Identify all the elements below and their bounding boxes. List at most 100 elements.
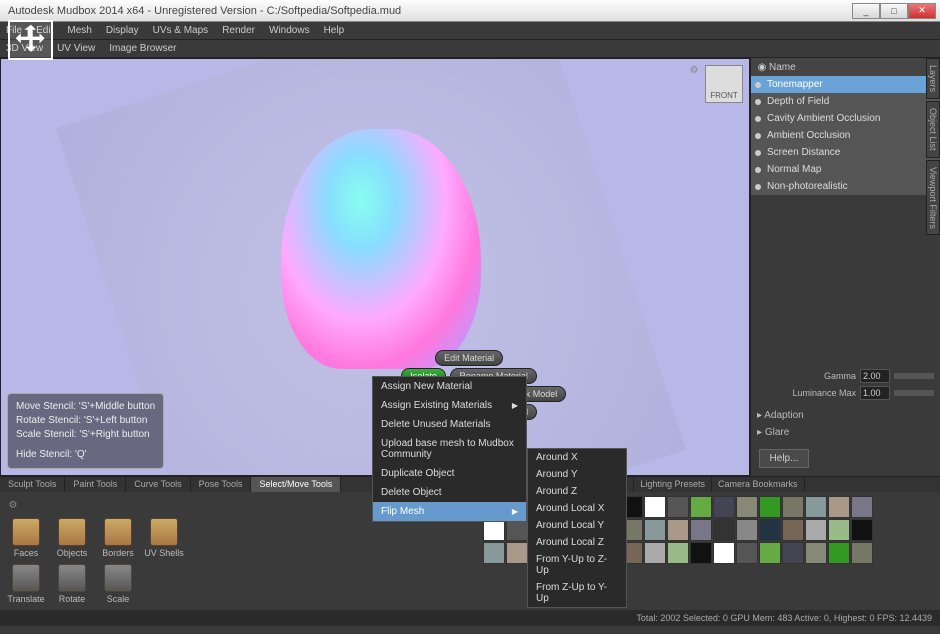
stencil-swatch[interactable]	[644, 496, 666, 518]
luminance-input[interactable]: 1.00	[860, 386, 890, 400]
visibility-icon: ◉	[755, 62, 769, 73]
glare-section[interactable]: ▸ Glare	[751, 424, 940, 441]
stencil-swatch[interactable]	[805, 519, 827, 541]
stencil-swatch[interactable]	[644, 542, 666, 564]
menu-upload-base-mesh[interactable]: Upload base mesh to Mudbox Community	[373, 434, 526, 464]
stencil-swatch[interactable]	[736, 496, 758, 518]
submenu-z-to-y[interactable]: From Z-Up to Y-Up	[528, 579, 626, 607]
filter-screen-distance[interactable]: Screen Distance	[751, 144, 940, 161]
tab-image-browser[interactable]: Image Browser	[109, 43, 176, 54]
filter-dof[interactable]: Depth of Field	[751, 93, 940, 110]
menu-mesh[interactable]: Mesh	[67, 25, 91, 36]
stencil-swatch[interactable]	[782, 542, 804, 564]
gamma-slider[interactable]	[894, 373, 934, 379]
stencil-swatch[interactable]	[759, 496, 781, 518]
stencil-swatch[interactable]	[667, 496, 689, 518]
filter-cavity-ao[interactable]: Cavity Ambient Occlusion	[751, 110, 940, 127]
tab-curve-tools[interactable]: Curve Tools	[126, 477, 190, 492]
move-tool-indicator-icon[interactable]	[8, 20, 53, 60]
submenu-around-local-z[interactable]: Around Local Z	[528, 534, 626, 551]
filter-npr[interactable]: Non-photorealistic	[751, 178, 940, 195]
stencil-swatch[interactable]	[736, 519, 758, 541]
tab-paint-tools[interactable]: Paint Tools	[65, 477, 126, 492]
tab-select-move-tools[interactable]: Select/Move Tools	[251, 477, 341, 492]
help-button[interactable]: Help...	[759, 449, 809, 468]
viewport-gear-icon[interactable]: ⚙	[687, 63, 701, 77]
tab-lighting-presets[interactable]: Lighting Presets	[634, 477, 712, 492]
stencil-swatch[interactable]	[690, 496, 712, 518]
stencil-swatch[interactable]	[805, 542, 827, 564]
stencil-swatch[interactable]	[690, 519, 712, 541]
stencil-swatch[interactable]	[828, 542, 850, 564]
menu-render[interactable]: Render	[222, 25, 255, 36]
stencil-swatch[interactable]	[667, 519, 689, 541]
menu-duplicate-object[interactable]: Duplicate Object	[373, 464, 526, 483]
luminance-slider[interactable]	[894, 390, 934, 396]
tool-translate[interactable]: Translate	[6, 564, 46, 604]
submenu-around-local-y[interactable]: Around Local Y	[528, 517, 626, 534]
stencil-swatch[interactable]	[782, 496, 804, 518]
menu-assign-new-material[interactable]: Assign New Material	[373, 377, 526, 396]
name-column-header: Name	[769, 62, 796, 73]
tab-uv-view[interactable]: UV View	[57, 43, 95, 54]
viewcube[interactable]: FRONT	[705, 65, 743, 103]
stencil-swatch[interactable]	[667, 542, 689, 564]
stencil-swatch[interactable]	[828, 496, 850, 518]
stencil-swatch[interactable]	[690, 542, 712, 564]
tool-faces[interactable]: Faces	[6, 518, 46, 558]
stencil-swatch[interactable]	[736, 542, 758, 564]
menu-flip-mesh[interactable]: Flip Mesh▶	[373, 502, 526, 521]
stencil-swatch[interactable]	[851, 519, 873, 541]
edit-material-button[interactable]: Edit Material	[435, 350, 503, 366]
stencil-swatch[interactable]	[644, 519, 666, 541]
filter-ao[interactable]: Ambient Occlusion	[751, 127, 940, 144]
tab-pose-tools[interactable]: Pose Tools	[191, 477, 252, 492]
head-model[interactable]	[281, 129, 481, 369]
side-tab-layers[interactable]: Layers	[926, 58, 940, 99]
stencil-swatch[interactable]	[506, 519, 528, 541]
stencil-swatch[interactable]	[828, 519, 850, 541]
stencil-swatch[interactable]	[851, 496, 873, 518]
tool-scale[interactable]: Scale	[98, 564, 138, 604]
stencil-swatch[interactable]	[805, 496, 827, 518]
stencil-swatch[interactable]	[713, 542, 735, 564]
filter-tonemapper[interactable]: Tonemapper	[751, 76, 940, 93]
stencil-swatch[interactable]	[759, 519, 781, 541]
menu-windows[interactable]: Windows	[269, 25, 310, 36]
gamma-input[interactable]: 2.00	[860, 369, 890, 383]
menu-help[interactable]: Help	[324, 25, 345, 36]
menu-assign-existing-materials[interactable]: Assign Existing Materials▶	[373, 396, 526, 415]
close-button[interactable]: ✕	[908, 3, 936, 19]
stencil-swatch[interactable]	[713, 519, 735, 541]
submenu-around-x[interactable]: Around X	[528, 449, 626, 466]
stencil-swatch[interactable]	[483, 519, 505, 541]
stencil-swatch[interactable]	[782, 519, 804, 541]
minimize-button[interactable]: _	[852, 3, 880, 19]
stencil-swatch[interactable]	[759, 542, 781, 564]
tool-uv-shells[interactable]: UV Shells	[144, 518, 184, 558]
side-tab-viewport-filters[interactable]: Viewport Filters	[926, 160, 940, 236]
maximize-button[interactable]: □	[880, 3, 908, 19]
tool-rotate[interactable]: Rotate	[52, 564, 92, 604]
filter-normal-map[interactable]: Normal Map	[751, 161, 940, 178]
submenu-around-z[interactable]: Around Z	[528, 483, 626, 500]
tool-tray-gear-icon[interactable]: ⚙	[6, 498, 20, 512]
menu-display[interactable]: Display	[106, 25, 139, 36]
tab-camera-bookmarks[interactable]: Camera Bookmarks	[712, 477, 805, 492]
menu-delete-object[interactable]: Delete Object	[373, 483, 526, 502]
menu-uvs[interactable]: UVs & Maps	[153, 25, 209, 36]
tab-sculpt-tools[interactable]: Sculpt Tools	[0, 477, 65, 492]
side-tab-object-list[interactable]: Object List	[926, 101, 940, 158]
stencil-swatch[interactable]	[851, 542, 873, 564]
submenu-around-y[interactable]: Around Y	[528, 466, 626, 483]
submenu-around-local-x[interactable]: Around Local X	[528, 500, 626, 517]
tool-borders[interactable]: Borders	[98, 518, 138, 558]
stencil-swatch[interactable]	[713, 496, 735, 518]
submenu-y-to-z[interactable]: From Y-Up to Z-Up	[528, 551, 626, 579]
stencil-swatch[interactable]	[506, 542, 528, 564]
menu-delete-unused-materials[interactable]: Delete Unused Materials	[373, 415, 526, 434]
stencil-swatch[interactable]	[483, 542, 505, 564]
tool-tray: ⚙ Faces Objects Borders UV Shells Transl…	[0, 492, 230, 610]
tool-objects[interactable]: Objects	[52, 518, 92, 558]
adaption-section[interactable]: ▸ Adaption	[751, 407, 940, 424]
